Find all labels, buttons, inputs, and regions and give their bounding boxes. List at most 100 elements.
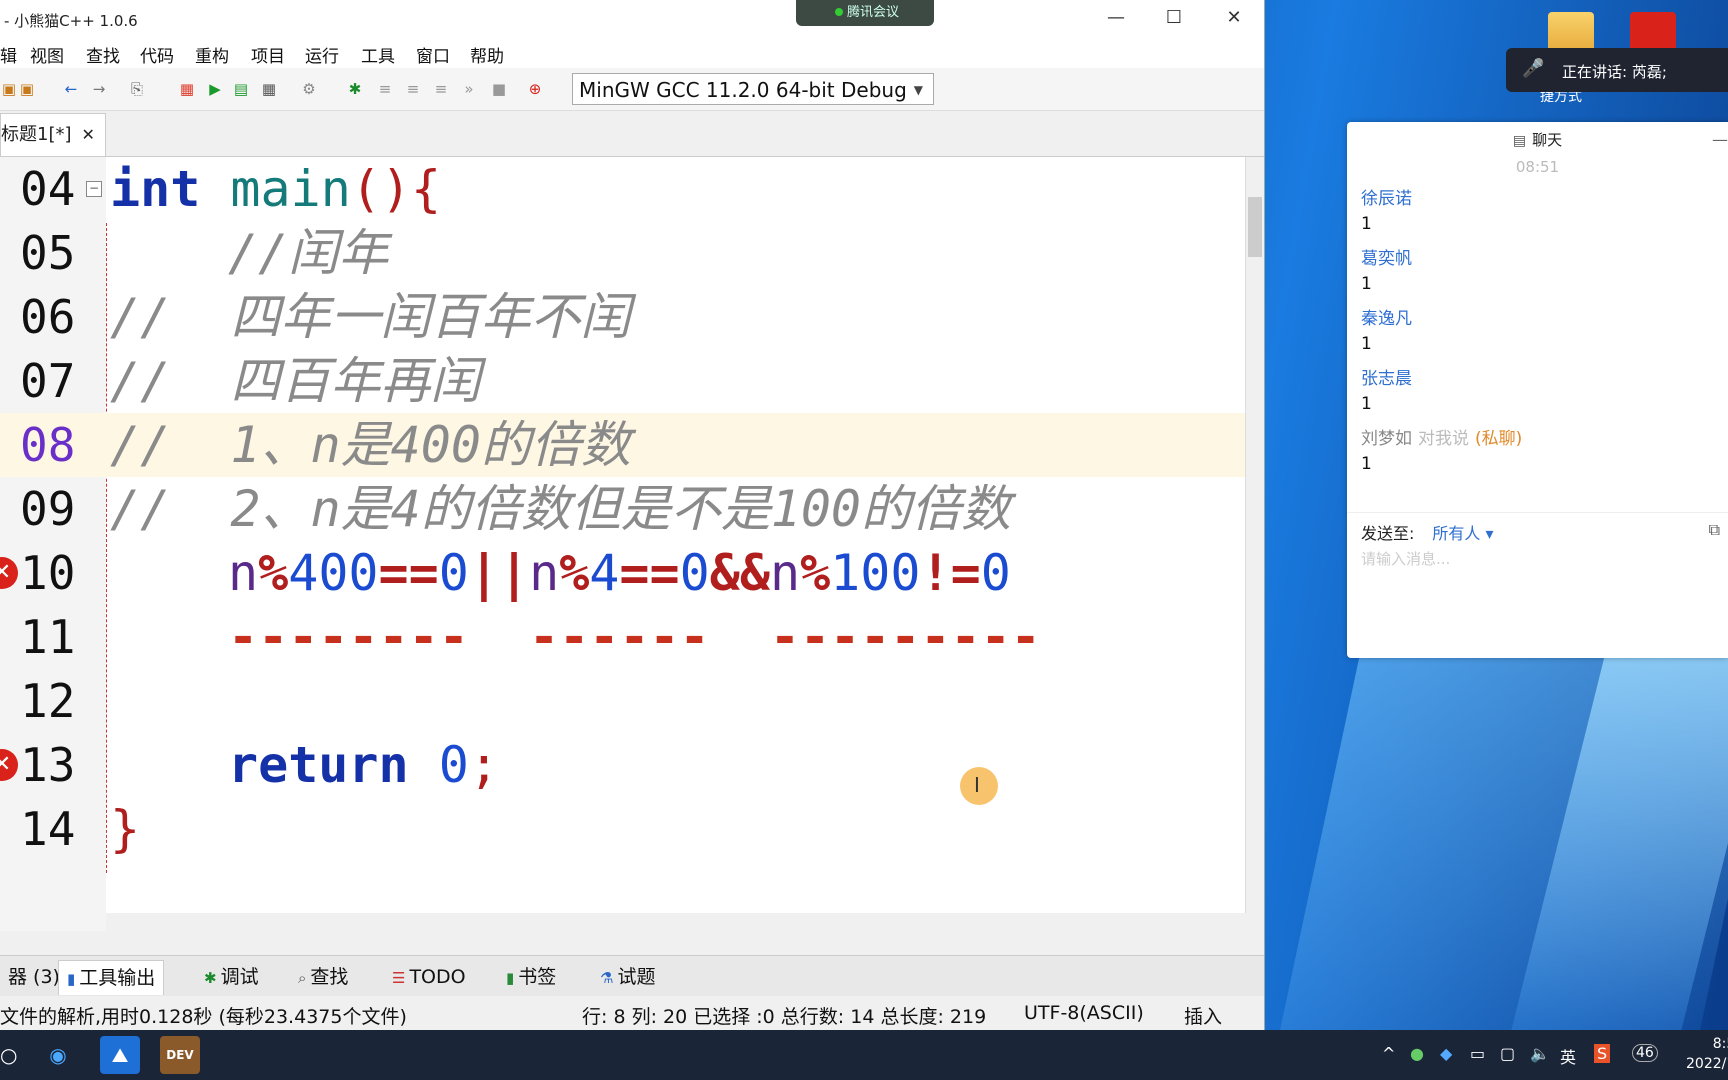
number: 0 bbox=[438, 736, 469, 794]
fold-toggle-icon[interactable]: − bbox=[86, 181, 102, 197]
editor-tab[interactable]: 标题1[*] ✕ bbox=[0, 113, 106, 156]
tab-tool-output[interactable]: ▮ 工具输出 bbox=[58, 960, 165, 995]
chat-panel: ▤ 聊天 — 08:51 徐辰诺 1 葛奕帆 1 秦逸凡 1 张志晨 1 刘梦如对… bbox=[1347, 122, 1728, 658]
volume-icon[interactable]: 🔈 bbox=[1530, 1044, 1550, 1063]
taskbar: ○ ◉ ⛰ DEV ^ ● ◆ ▭ ▢ 🔈 英 S 46 8:52 2022/11 bbox=[0, 1030, 1728, 1080]
tab-search[interactable]: ⌕ 查找 bbox=[290, 960, 356, 994]
redo-icon[interactable]: → bbox=[90, 80, 108, 98]
tab-bookmarks[interactable]: ▮ 书签 bbox=[498, 960, 564, 994]
step-into-icon[interactable]: ≡ bbox=[404, 80, 422, 98]
recording-dot-icon bbox=[834, 8, 843, 16]
add-watch-icon[interactable]: ⊕ bbox=[526, 80, 544, 98]
chevron-up-icon[interactable]: ^ bbox=[1382, 1044, 1395, 1063]
menu-tools[interactable]: 工具 bbox=[361, 42, 395, 67]
chat-header: ▤ 聊天 bbox=[1347, 122, 1728, 158]
rebuild-icon[interactable]: ▦ bbox=[260, 80, 278, 98]
encoding-status[interactable]: UTF-8(ASCII) bbox=[1024, 1002, 1144, 1024]
message-body: 1 bbox=[1361, 454, 1372, 474]
message-body: 1 bbox=[1361, 214, 1372, 234]
continue-icon[interactable]: » bbox=[460, 80, 478, 98]
line-number: 13 bbox=[20, 738, 76, 792]
save-all-icon[interactable]: ▣ bbox=[18, 80, 36, 98]
close-tab-icon[interactable]: ✕ bbox=[82, 125, 95, 144]
minimize-button[interactable]: — bbox=[1104, 6, 1128, 30]
divider bbox=[1347, 512, 1728, 513]
tab-debug[interactable]: ✱ 调试 bbox=[196, 960, 267, 994]
keyword: int bbox=[110, 160, 201, 218]
maximize-button[interactable]: ☐ bbox=[1162, 6, 1186, 30]
comment: // 2、n是4的倍数但是不是100的倍数 bbox=[110, 480, 1012, 538]
ime-indicator[interactable]: 英 bbox=[1560, 1044, 1576, 1068]
ide-window: - 小熊猫C++ 1.0.6 腾讯会议 — ☐ ✕ 辑 视图 查找 代码 重构 … bbox=[0, 0, 1265, 1030]
format-icon[interactable]: ⎘ bbox=[128, 80, 146, 98]
punctuation: } bbox=[110, 800, 141, 858]
compile-run-icon[interactable]: ▤ bbox=[232, 80, 250, 98]
breakpoint-error-icon[interactable]: ✕ bbox=[0, 749, 18, 781]
number: 0 bbox=[438, 544, 469, 602]
close-button[interactable]: ✕ bbox=[1222, 6, 1246, 30]
recipient-select[interactable]: 所有人 ▾ bbox=[1432, 524, 1493, 543]
operator: % bbox=[800, 544, 831, 602]
compiler-select[interactable]: MinGW GCC 11.2.0 64-bit Debug ▼ bbox=[572, 73, 934, 105]
step-out-icon[interactable]: ≡ bbox=[432, 80, 450, 98]
shield-icon[interactable]: ◆ bbox=[1440, 1044, 1452, 1063]
meeting-indicator[interactable]: 腾讯会议 bbox=[796, 0, 934, 26]
undo-icon[interactable]: ← bbox=[62, 80, 80, 98]
debug-icon[interactable]: ✱ bbox=[346, 80, 364, 98]
send-to-row: 发送至: 所有人 ▾ bbox=[1361, 520, 1494, 544]
network-icon[interactable]: ▢ bbox=[1500, 1044, 1515, 1063]
speaking-text: 正在讲话: 芮磊; bbox=[1562, 63, 1667, 81]
message-sender[interactable]: 张志晨 bbox=[1361, 364, 1412, 389]
bottom-panel-tabs: 器 (3) ▮ 工具输出 ✱ 调试 ⌕ 查找 ☰ TODO ▮ 书签 ⚗ 试题 bbox=[0, 955, 1264, 996]
tab-todo[interactable]: ☰ TODO bbox=[384, 960, 474, 994]
code-line: ✕ 13 return 0; bbox=[0, 733, 1246, 797]
parse-status: 文件的解析,用时0.128秒 (每秒23.4375个文件) bbox=[0, 1006, 407, 1028]
sogou-icon[interactable]: S bbox=[1594, 1044, 1611, 1063]
breakpoint-error-icon[interactable]: ✕ bbox=[0, 557, 18, 589]
vertical-scrollbar[interactable] bbox=[1245, 157, 1264, 931]
run-icon[interactable]: ▶ bbox=[206, 80, 224, 98]
start-button-icon[interactable]: ○ bbox=[0, 1036, 17, 1074]
operator: == bbox=[378, 544, 439, 602]
profile-icon[interactable]: ⚙ bbox=[300, 80, 318, 98]
punctuation: (){ bbox=[350, 160, 442, 218]
meeting-app-icon[interactable]: ⛰ bbox=[100, 1036, 140, 1074]
menu-view[interactable]: 视图 bbox=[30, 42, 64, 67]
ide-app-icon[interactable]: DEV bbox=[160, 1036, 200, 1074]
menu-run[interactable]: 运行 bbox=[305, 42, 339, 67]
function-name: main bbox=[230, 160, 351, 218]
tab-problems[interactable]: ⚗ 试题 bbox=[592, 960, 663, 994]
step-over-icon[interactable]: ≡ bbox=[376, 80, 394, 98]
stop-icon[interactable]: ■ bbox=[490, 80, 508, 98]
keyword: return bbox=[228, 736, 409, 794]
menu-help[interactable]: 帮助 bbox=[470, 42, 504, 67]
code-editor[interactable]: 04 − int main(){ 05 //闰年 06 // 四年一闰百年不闰 … bbox=[0, 156, 1264, 931]
message-sender[interactable]: 秦逸凡 bbox=[1361, 304, 1412, 329]
message-sender[interactable]: 徐辰诺 bbox=[1361, 184, 1412, 209]
punctuation: ; bbox=[468, 736, 499, 794]
code-line: 07 // 四百年再闰 bbox=[0, 349, 1246, 413]
message-sender[interactable]: 刘梦如 bbox=[1361, 429, 1412, 449]
compile-icon[interactable]: ▦ bbox=[178, 80, 196, 98]
message-input[interactable]: 请输入消息... bbox=[1361, 548, 1450, 569]
menu-window[interactable]: 窗口 bbox=[416, 42, 450, 67]
menu-search[interactable]: 查找 bbox=[86, 42, 120, 67]
browser-icon[interactable]: ◉ bbox=[38, 1036, 78, 1074]
system-clock[interactable]: 8:52 2022/11 bbox=[1686, 1034, 1728, 1074]
operator: % bbox=[258, 544, 289, 602]
collapse-icon[interactable]: — bbox=[1712, 122, 1728, 158]
menu-edit[interactable]: 辑 bbox=[0, 42, 17, 67]
menu-project[interactable]: 项目 bbox=[251, 42, 285, 67]
message-sender[interactable]: 葛奕帆 bbox=[1361, 244, 1412, 269]
save-icon[interactable]: ▣ bbox=[0, 80, 18, 98]
file-attach-icon[interactable]: ⧉ bbox=[1709, 520, 1720, 540]
code-text: -------- ------ --------- bbox=[228, 608, 1041, 666]
scrollbar-thumb[interactable] bbox=[1248, 197, 1262, 257]
notification-badge[interactable]: 46 bbox=[1632, 1044, 1658, 1062]
menu-code[interactable]: 代码 bbox=[140, 42, 174, 67]
horizontal-scrollbar[interactable] bbox=[106, 913, 1246, 931]
wechat-icon[interactable]: ● bbox=[1410, 1044, 1424, 1063]
battery-icon: ▭ bbox=[1470, 1044, 1486, 1063]
number: 4 bbox=[589, 544, 620, 602]
menu-refactor[interactable]: 重构 bbox=[195, 42, 229, 67]
